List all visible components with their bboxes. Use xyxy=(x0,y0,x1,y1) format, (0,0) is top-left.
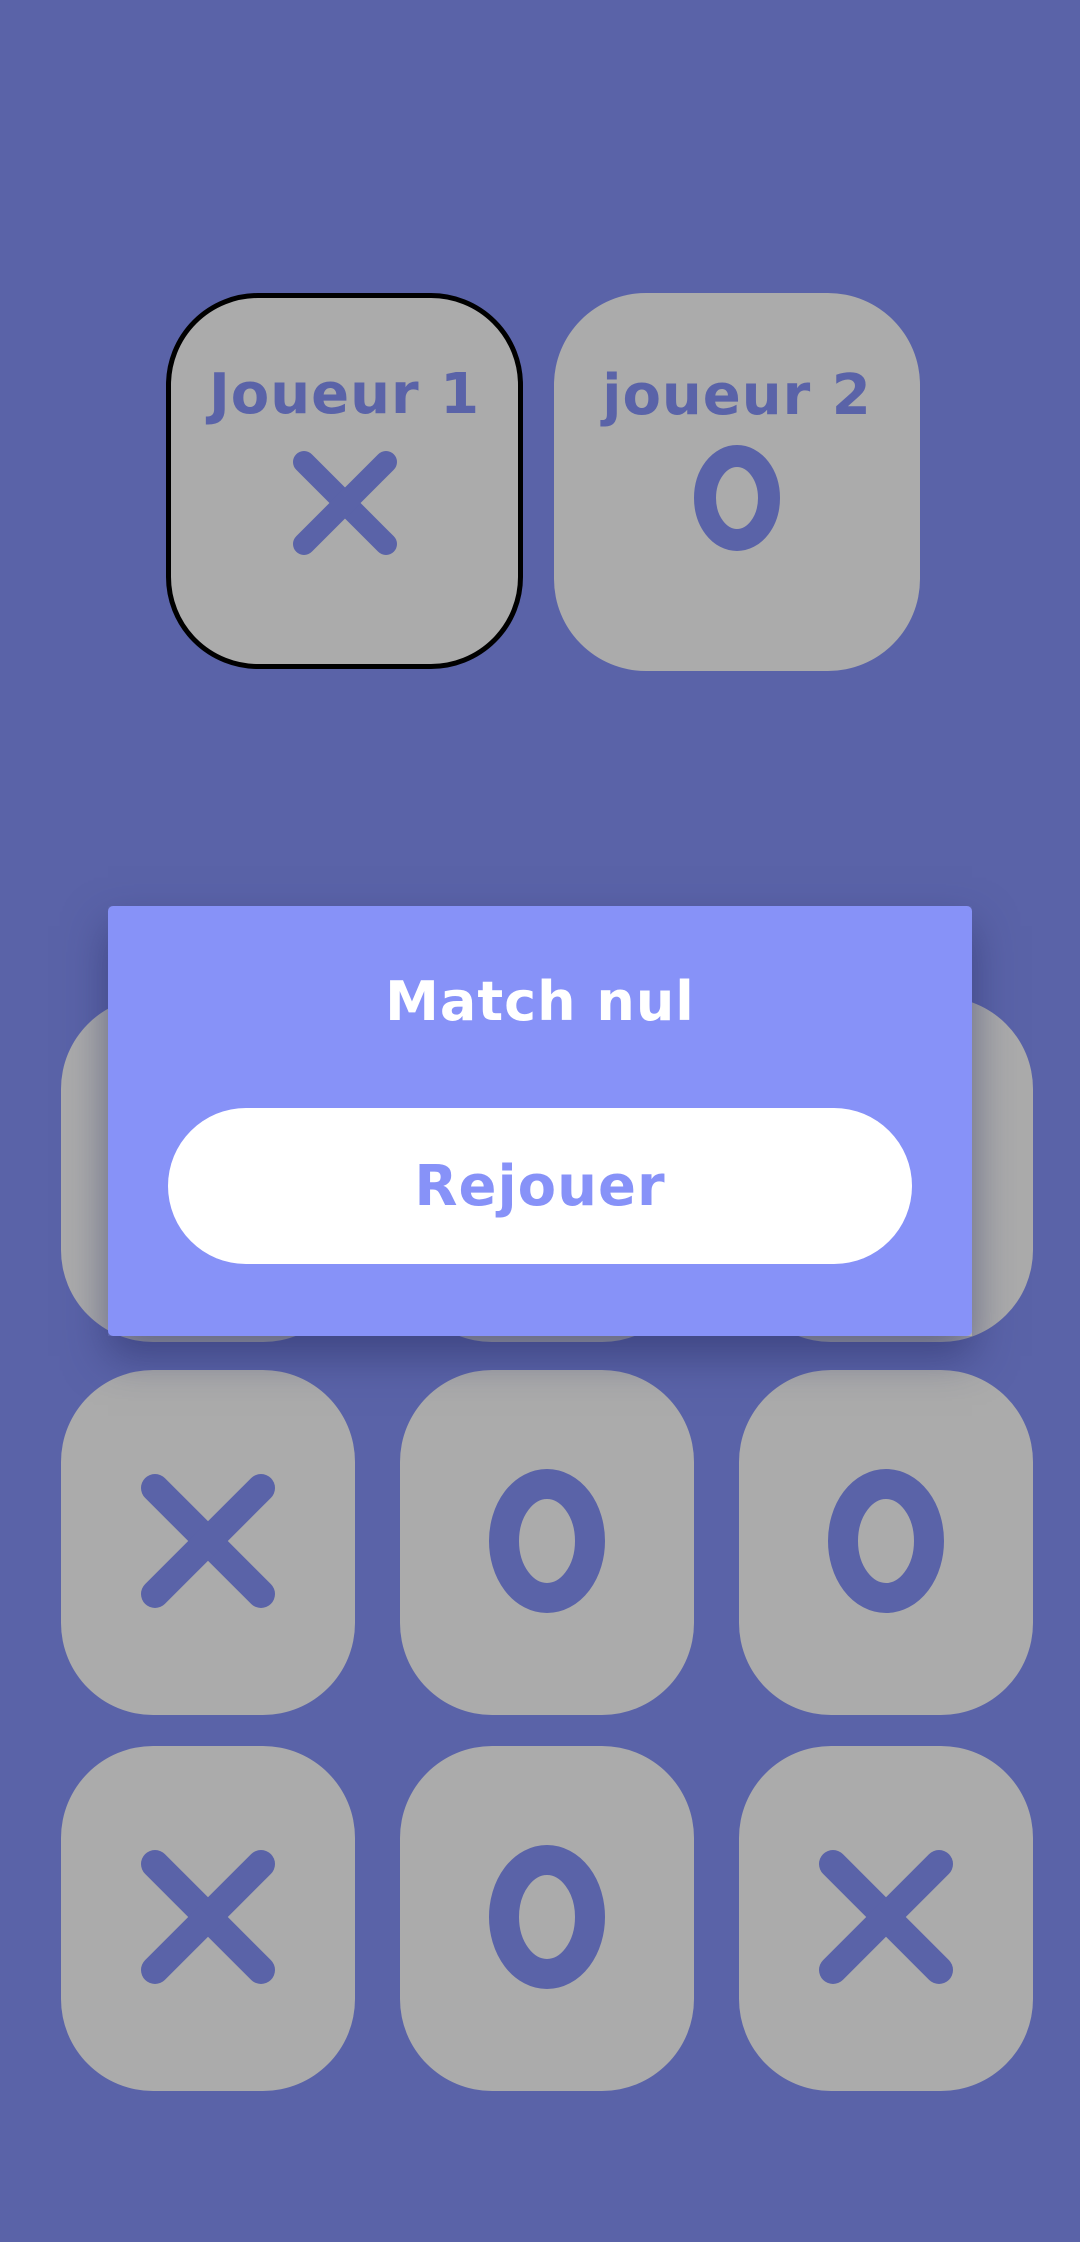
board-cell-2-0[interactable] xyxy=(61,1746,355,2091)
replay-button[interactable]: Rejouer xyxy=(168,1108,912,1264)
o-icon xyxy=(826,1466,946,1620)
o-icon xyxy=(487,1466,607,1620)
x-icon xyxy=(811,1842,961,1996)
x-icon xyxy=(133,1842,283,1996)
player-1-label: Joueur 1 xyxy=(208,362,481,427)
x-icon xyxy=(290,448,400,558)
player-2-label: joueur 2 xyxy=(602,363,872,428)
player-2-card: joueur 2 xyxy=(554,293,920,671)
o-icon xyxy=(487,1842,607,1996)
board-cell-2-2[interactable] xyxy=(739,1746,1033,2091)
result-dialog: Match nul Rejouer xyxy=(108,906,972,1336)
board-cell-1-2[interactable] xyxy=(739,1370,1033,1715)
o-icon xyxy=(692,443,782,553)
dialog-title: Match nul xyxy=(385,970,695,1033)
board-cell-1-1[interactable] xyxy=(400,1370,694,1715)
player-1-card: Joueur 1 xyxy=(166,293,523,669)
x-icon xyxy=(133,1466,283,1620)
board-cell-2-1[interactable] xyxy=(400,1746,694,2091)
board-cell-1-0[interactable] xyxy=(61,1370,355,1715)
